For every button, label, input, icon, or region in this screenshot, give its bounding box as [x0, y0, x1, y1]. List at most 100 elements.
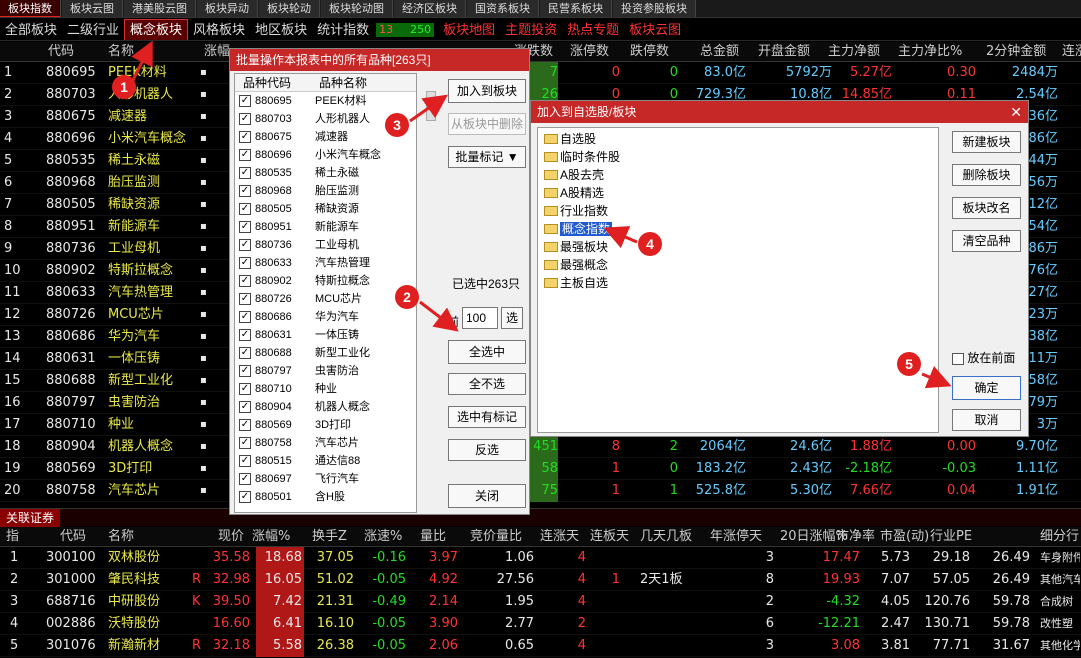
- lower-col-header[interactable]: 年涨停天: [710, 527, 762, 547]
- block-folder-tree[interactable]: 自选股 临时条件股 A股去壳 A股精选 行业指数 概念指数 最强板块 最强概念 主板自选: [537, 127, 939, 433]
- main-col-header[interactable]: 代码: [48, 42, 74, 62]
- batch-list-item[interactable]: ✓ 880515 通达信88: [235, 452, 416, 470]
- remove-from-block-button[interactable]: 从板块中删除: [448, 113, 526, 135]
- put-front-checkbox[interactable]: 放在前面: [952, 349, 1015, 366]
- batch-list-item[interactable]: ✓ 880726 MCU芯片: [235, 290, 416, 308]
- rename-block-button[interactable]: 板块改名: [952, 197, 1021, 219]
- main-col-header[interactable]: 2分钟金额: [986, 42, 1046, 62]
- lower-col-header[interactable]: 名称: [108, 527, 134, 547]
- top-tab[interactable]: 港美股云图: [124, 0, 196, 17]
- item-checkbox[interactable]: ✓: [239, 221, 251, 233]
- top-tab[interactable]: 国资系板块: [467, 0, 539, 17]
- folder-item[interactable]: 行业指数: [544, 202, 608, 220]
- table-row[interactable]: 3 688716 中研股份 K 39.50 7.42 21.31 -0.49 2.14 1.95 4…: [0, 591, 1081, 613]
- main-col-header[interactable]: 连涨: [1062, 42, 1081, 62]
- lower-col-header[interactable]: 行业PE: [930, 527, 972, 547]
- lower-col-header[interactable]: 量比: [420, 527, 446, 547]
- main-col-header[interactable]: 跌停数: [630, 42, 669, 62]
- batch-list-item[interactable]: ✓ 880951 新能源车: [235, 218, 416, 236]
- lower-col-header[interactable]: 竞价量比: [470, 527, 522, 547]
- select-marked-button[interactable]: 选中有标记: [448, 406, 526, 428]
- batch-list-item[interactable]: ✓ 880904 机器人概念: [235, 398, 416, 416]
- cancel-button[interactable]: 取消: [952, 409, 1021, 431]
- batch-list-item[interactable]: ✓ 880797 虫害防治: [235, 362, 416, 380]
- top-tab[interactable]: 板块轮动图: [321, 0, 393, 17]
- item-checkbox[interactable]: ✓: [239, 275, 251, 287]
- batch-list-item[interactable]: ✓ 880686 华为汽车: [235, 308, 416, 326]
- delete-block-button[interactable]: 删除板块: [952, 164, 1021, 186]
- table-row[interactable]: 20 880758 汽车芯片 75 1 1 525.8亿 5.30亿 7.66亿 0.04 1.91…: [0, 480, 1081, 502]
- batch-list-item[interactable]: ✓ 880710 种业: [235, 380, 416, 398]
- item-checkbox[interactable]: ✓: [239, 131, 251, 143]
- main-col-header[interactable]: 开盘金额: [758, 42, 810, 62]
- table-row[interactable]: 1 300100 双林股份 35.58 18.68 37.05 -0.16 3.97 1.06 4…: [0, 547, 1081, 569]
- table-row[interactable]: 18 880904 机器人概念 451 8 2 2064亿 24.6亿 1.88亿 0.00 9.7…: [0, 436, 1081, 458]
- batch-mark-button[interactable]: 批量标记 ▼: [448, 146, 526, 168]
- category-tab[interactable]: 地区板块: [250, 20, 312, 40]
- top-tab[interactable]: 板块云图: [62, 0, 123, 17]
- batch-list-item[interactable]: ✓ 880688 新型工业化: [235, 344, 416, 362]
- item-checkbox[interactable]: ✓: [239, 167, 251, 179]
- lower-col-header[interactable]: 连涨天: [540, 527, 579, 547]
- item-checkbox[interactable]: ✓: [239, 383, 251, 395]
- item-checkbox[interactable]: ✓: [239, 455, 251, 467]
- item-checkbox[interactable]: ✓: [239, 419, 251, 431]
- item-checkbox[interactable]: ✓: [239, 365, 251, 377]
- item-checkbox[interactable]: ✓: [239, 257, 251, 269]
- item-checkbox[interactable]: ✓: [239, 149, 251, 161]
- table-row[interactable]: 2 301000 肇民科技 R 32.98 16.05 51.02 -0.05 4.92 27.5…: [0, 569, 1081, 591]
- item-checkbox[interactable]: ✓: [239, 311, 251, 323]
- batch-list-item[interactable]: ✓ 880501 含H股: [235, 488, 416, 506]
- lower-col-header[interactable]: 市盈(动): [880, 527, 929, 547]
- confirm-button[interactable]: 确定: [952, 376, 1021, 400]
- main-col-header[interactable]: 涨幅: [204, 42, 230, 62]
- category-link[interactable]: 板块云图: [624, 20, 686, 40]
- table-row[interactable]: 1 880695 PEEK材料 7 0 0 83.0亿 5792万 5.27亿 0.30 2484万…: [0, 62, 1081, 84]
- batch-list-item[interactable]: ✓ 880902 特斯拉概念: [235, 272, 416, 290]
- lower-col-header[interactable]: 代码: [60, 527, 86, 547]
- folder-item[interactable]: A股去壳: [544, 166, 604, 184]
- folder-item[interactable]: 临时条件股: [544, 148, 620, 166]
- batch-list-item[interactable]: ✓ 880736 工业母机: [235, 236, 416, 254]
- clear-items-button[interactable]: 清空品种: [952, 230, 1021, 252]
- top-tab[interactable]: 经济区板块: [394, 0, 466, 17]
- batch-list-item[interactable]: ✓ 880697 飞行汽车: [235, 470, 416, 488]
- item-checkbox[interactable]: ✓: [239, 437, 251, 449]
- category-tab[interactable]: 全部板块: [0, 20, 62, 40]
- front-count-input[interactable]: 100: [462, 307, 498, 329]
- top-tab[interactable]: 民营系板块: [540, 0, 612, 17]
- batch-scrollbar[interactable]: [426, 91, 436, 121]
- folder-item[interactable]: A股精选: [544, 184, 604, 202]
- category-link[interactable]: 板块地图: [438, 20, 500, 40]
- folder-item[interactable]: 概念指数: [544, 220, 613, 238]
- item-checkbox[interactable]: ✓: [239, 347, 251, 359]
- top-tab[interactable]: 板块轮动: [259, 0, 320, 17]
- lower-col-header[interactable]: 市净率: [836, 527, 875, 547]
- add-to-block-button[interactable]: 加入到板块: [448, 79, 526, 103]
- category-tab[interactable]: 风格板块: [188, 20, 250, 40]
- batch-list-item[interactable]: ✓ 880758 汽车芯片: [235, 434, 416, 452]
- lower-col-header[interactable]: 涨速%: [364, 527, 402, 547]
- main-col-header[interactable]: 总金额: [700, 42, 739, 62]
- new-block-button[interactable]: 新建板块: [952, 131, 1021, 153]
- lower-col-header[interactable]: 指: [6, 527, 19, 547]
- batch-list-item[interactable]: ✓ 880535 稀土永磁: [235, 164, 416, 182]
- main-col-header[interactable]: 主力净额: [828, 42, 880, 62]
- main-col-header[interactable]: 主力净比%: [898, 42, 962, 62]
- batch-list-item[interactable]: ✓ 880968 胎压监测: [235, 182, 416, 200]
- item-checkbox[interactable]: ✓: [239, 293, 251, 305]
- category-tab[interactable]: 概念板块: [124, 19, 189, 40]
- lower-col-header[interactable]: 换手Z: [312, 527, 347, 547]
- select-none-button[interactable]: 全不选: [448, 373, 526, 395]
- close-icon[interactable]: ✕: [1010, 101, 1022, 123]
- related-securities-tab[interactable]: 关联证券: [0, 509, 61, 527]
- item-checkbox[interactable]: ✓: [239, 329, 251, 341]
- batch-list-item[interactable]: ✓ 880633 汽车热管理: [235, 254, 416, 272]
- table-row[interactable]: 4 002886 沃特股份 16.60 6.41 16.10 -0.05 3.90 2.77 2 6…: [0, 613, 1081, 635]
- table-row[interactable]: 5 301076 新瀚新材 R 32.18 5.58 26.38 -0.05 2.06 0.65 4…: [0, 635, 1081, 657]
- lower-col-header[interactable]: 几天几板: [640, 527, 692, 547]
- top-tab[interactable]: 投资参股板块: [613, 0, 696, 17]
- batch-list-item[interactable]: ✓ 880696 小米汽车概念: [235, 146, 416, 164]
- item-checkbox[interactable]: ✓: [239, 491, 251, 503]
- lower-col-header[interactable]: 连板天: [590, 527, 629, 547]
